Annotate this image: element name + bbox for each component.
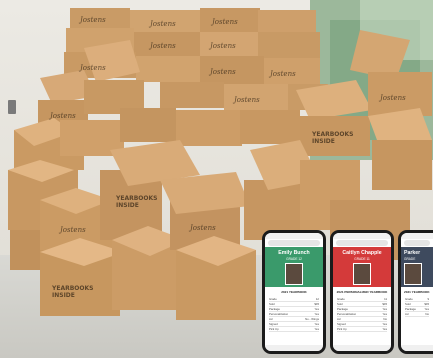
student-card-header: Parker GRADE xyxy=(401,247,433,287)
phone-bottom-bar xyxy=(401,345,433,351)
student-name: Parker xyxy=(404,250,421,256)
order-details: Grade 9 Sold $45 Package Yes Ad No xyxy=(401,296,433,345)
student-photo xyxy=(285,263,303,285)
student-card-header: Emily Bunch GRADE 12 xyxy=(265,247,323,287)
student-grade: GRADE 12 xyxy=(286,257,302,261)
phone-mockup-2: Caitlyn Chapple GRADE 11 2021 PERSONALIZ… xyxy=(330,230,394,354)
svg-text:Jostens: Jostens xyxy=(148,20,176,28)
svg-text:YEARBOOKS: YEARBOOKS xyxy=(51,285,93,292)
svg-text:Jostens: Jostens xyxy=(232,96,260,104)
phone-bottom-bar xyxy=(265,345,323,351)
student-name: Caitlyn Chapple xyxy=(342,250,382,256)
svg-text:Jostens: Jostens xyxy=(268,70,296,78)
phone-url-bar xyxy=(268,240,320,246)
wall-outlet xyxy=(8,100,16,114)
svg-text:INSIDE: INSIDE xyxy=(52,292,75,299)
svg-text:Jostens: Jostens xyxy=(208,68,236,76)
phone-mockup-3: Parker GRADE 2021 YEARBOOK Grade 9 Sold $4… xyxy=(398,230,433,354)
svg-text:Jostens: Jostens xyxy=(58,226,86,234)
box-brand-label: Jostens xyxy=(78,16,106,24)
order-details: Grade 12 Sold $45 Package Yes Personalizati… xyxy=(265,296,323,345)
phone-bottom-bar xyxy=(333,345,391,351)
phone-status-bar xyxy=(333,233,391,239)
svg-text:Jostens: Jostens xyxy=(208,42,236,50)
detail-row: Pick Up Yes xyxy=(337,327,387,332)
phone-status-bar xyxy=(265,233,323,239)
order-details: Grade 11 Sold $45 Package Yes Personalizati… xyxy=(333,296,391,345)
svg-text:YEARBOOKS: YEARBOOKS xyxy=(115,195,157,202)
phone-url-bar xyxy=(336,240,388,246)
phone-status-bar xyxy=(401,233,433,239)
detail-row: Ad No xyxy=(405,312,429,317)
svg-text:INSIDE: INSIDE xyxy=(312,138,335,145)
student-card-header: Caitlyn Chapple GRADE 11 xyxy=(333,247,391,287)
svg-text:Jostens: Jostens xyxy=(378,94,406,102)
box-side-label: YEARBOOKS xyxy=(311,131,353,138)
student-grade: GRADE 11 xyxy=(354,257,370,261)
svg-text:Jostens: Jostens xyxy=(188,224,216,232)
svg-text:Jostens: Jostens xyxy=(148,42,176,50)
yearbook-banner: 2021 PERSONALIZED YEARBOOK xyxy=(336,290,388,294)
yearbook-banner: 2021 YEARBOOK xyxy=(404,290,430,294)
svg-text:INSIDE: INSIDE xyxy=(116,202,139,209)
student-photo xyxy=(353,263,371,285)
svg-text:Jostens: Jostens xyxy=(78,64,106,72)
yearbook-banner: 2021 YEARBOOK xyxy=(281,290,307,294)
svg-text:Jostens: Jostens xyxy=(210,18,238,26)
student-grade: GRADE xyxy=(404,257,416,261)
svg-text:Jostens: Jostens xyxy=(48,112,76,120)
detail-row: Pick Up Yes xyxy=(269,327,319,332)
phone-url-bar xyxy=(404,240,430,246)
phone-mockup-1: Emily Bunch GRADE 12 2021 YEARBOOK Grade… xyxy=(262,230,326,354)
student-name: Emily Bunch xyxy=(278,250,310,256)
student-photo xyxy=(404,263,422,285)
